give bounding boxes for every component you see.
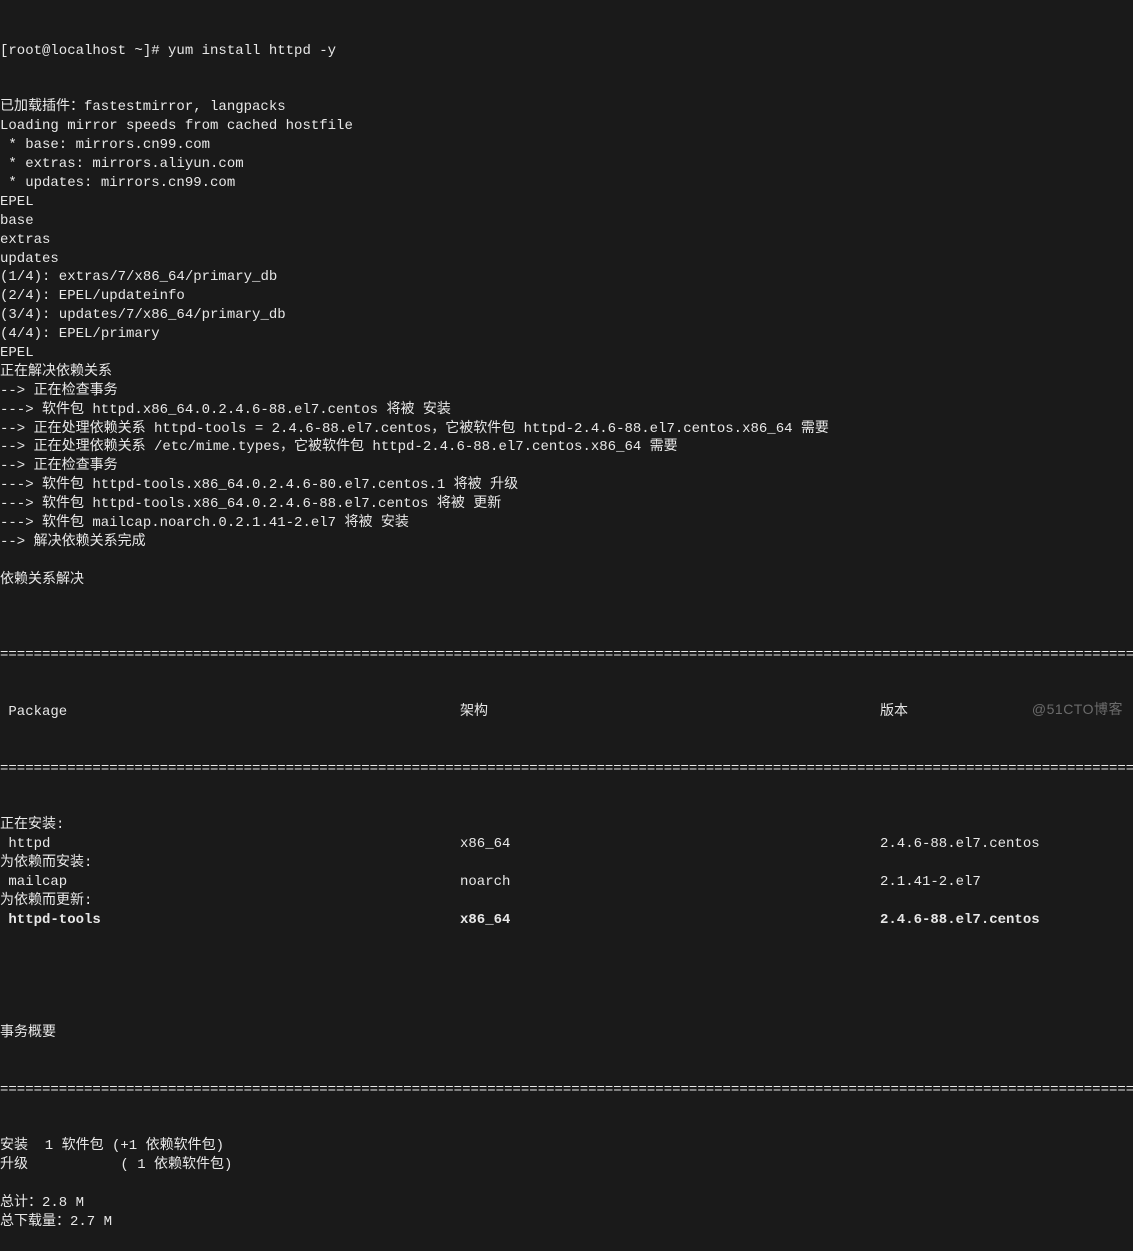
- output-line: Loading mirror speeds from cached hostfi…: [0, 117, 1133, 136]
- td-arch: noarch: [460, 873, 880, 892]
- td-version: 2.4.6-88.el7.centos: [880, 911, 1133, 930]
- td-arch: x86_64: [460, 911, 880, 930]
- output-line: ---> 软件包 httpd-tools.x86_64.0.2.4.6-88.e…: [0, 495, 1133, 514]
- output-line: base: [0, 212, 1133, 231]
- td-version: 2.1.41-2.el7: [880, 873, 1133, 892]
- output-line: 已加载插件：fastestmirror, langpacks: [0, 98, 1133, 117]
- output-line: --> 正在检查事务: [0, 457, 1133, 476]
- summary-line: 安装 1 软件包 (+1 依赖软件包): [0, 1137, 1133, 1156]
- output-line: [0, 590, 1133, 609]
- output-line: (3/4): updates/7/x86_64/primary_db: [0, 306, 1133, 325]
- td-arch: x86_64: [460, 835, 880, 854]
- output-line: * extras: mirrors.aliyun.com: [0, 155, 1133, 174]
- summary-line: 升级 ( 1 依赖软件包): [0, 1156, 1133, 1175]
- output-line: [0, 552, 1133, 571]
- watermark: @51CTO博客: [1032, 700, 1123, 719]
- table-header: Package 架构 版本: [0, 703, 1133, 722]
- output-line: EPEL: [0, 344, 1133, 363]
- th-arch: 架构: [460, 703, 880, 722]
- table-rule-top: ========================================…: [0, 646, 1133, 665]
- shell-prompt: [root@localhost ~]# yum install httpd -y: [0, 42, 1133, 61]
- output-line: (2/4): EPEL/updateinfo: [0, 287, 1133, 306]
- output-line: ---> 软件包 mailcap.noarch.0.2.1.41-2.el7 将…: [0, 514, 1133, 533]
- output-line: * updates: mirrors.cn99.com: [0, 174, 1133, 193]
- summary-line: [0, 1175, 1133, 1194]
- output-line: --> 正在检查事务: [0, 382, 1133, 401]
- output-line: EPEL: [0, 193, 1133, 212]
- table-row: mailcapnoarch2.1.41-2.el7: [0, 873, 1133, 892]
- output-line: ---> 软件包 httpd-tools.x86_64.0.2.4.6-80.e…: [0, 476, 1133, 495]
- output-line: (1/4): extras/7/x86_64/primary_db: [0, 268, 1133, 287]
- summary-line: 总下载量：2.7 M: [0, 1213, 1133, 1232]
- output-line: updates: [0, 250, 1133, 269]
- output-line: ---> 软件包 httpd.x86_64.0.2.4.6-88.el7.cen…: [0, 401, 1133, 420]
- table-row: httpdx86_642.4.6-88.el7.centos: [0, 835, 1133, 854]
- output-line: 正在解决依赖关系: [0, 363, 1133, 382]
- output-line: extras: [0, 231, 1133, 250]
- section-title: 为依赖而更新:: [0, 892, 1133, 911]
- output-line: --> 正在处理依赖关系 httpd-tools = 2.4.6-88.el7.…: [0, 420, 1133, 439]
- output-line: (4/4): EPEL/primary: [0, 325, 1133, 344]
- output-line: * base: mirrors.cn99.com: [0, 136, 1133, 155]
- section-title: 正在安装:: [0, 816, 1133, 835]
- td-version: 2.4.6-88.el7.centos: [880, 835, 1133, 854]
- td-package: httpd: [0, 835, 460, 854]
- section-title: 为依赖而安装:: [0, 854, 1133, 873]
- th-package: Package: [0, 703, 460, 722]
- summary-title: 事务概要: [0, 1024, 1133, 1043]
- table-rule-bottom: ========================================…: [0, 1081, 1133, 1100]
- output-line: 依赖关系解决: [0, 571, 1133, 590]
- terminal[interactable]: [root@localhost ~]# yum install httpd -y…: [0, 4, 1133, 1251]
- td-package: httpd-tools: [0, 911, 460, 930]
- table-row: httpd-toolsx86_642.4.6-88.el7.centos: [0, 911, 1133, 930]
- output-line: --> 正在处理依赖关系 /etc/mime.types，它被软件包 httpd…: [0, 438, 1133, 457]
- blank-line: [0, 967, 1133, 986]
- summary-line: 总计：2.8 M: [0, 1194, 1133, 1213]
- output-line: --> 解决依赖关系完成: [0, 533, 1133, 552]
- table-rule-mid: ========================================…: [0, 760, 1133, 779]
- td-package: mailcap: [0, 873, 460, 892]
